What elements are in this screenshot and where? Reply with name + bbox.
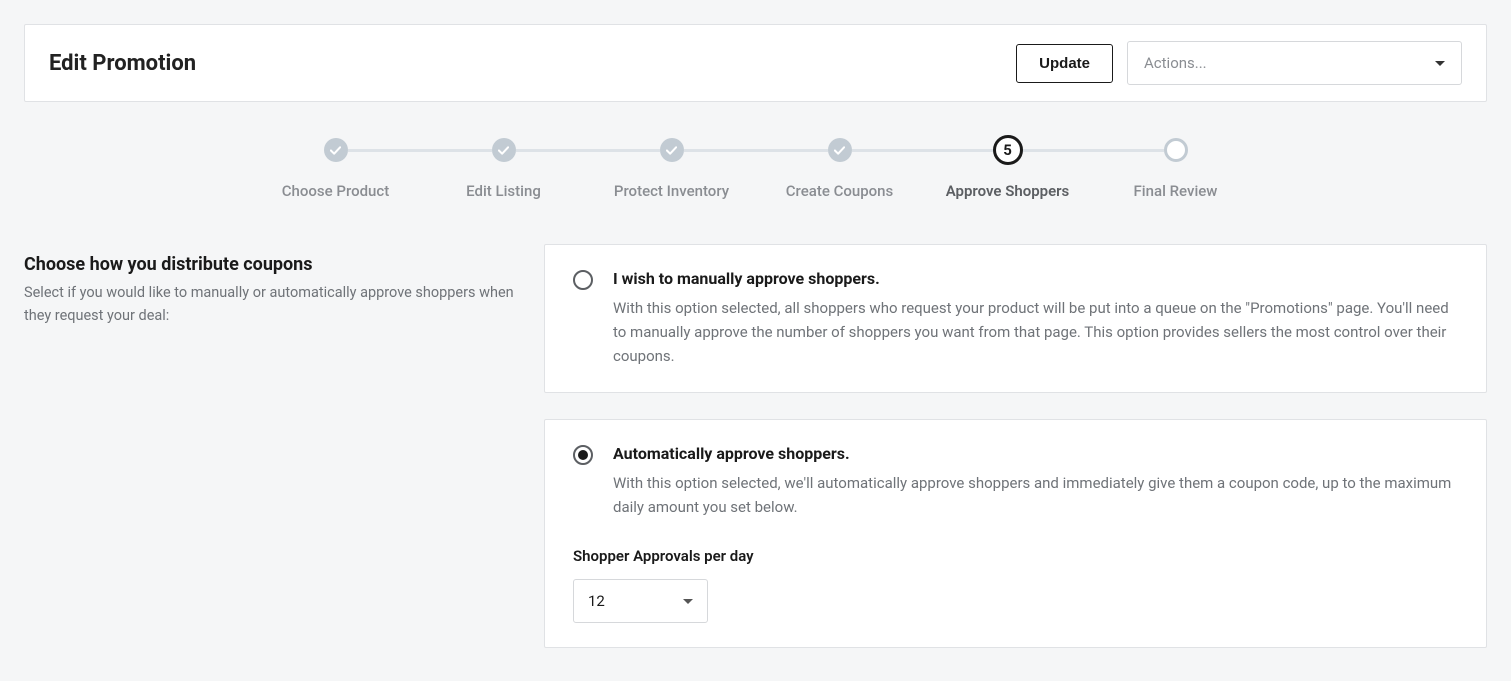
step-number: 5 — [993, 135, 1023, 165]
step-label: Final Review — [1134, 182, 1218, 200]
section-intro: Choose how you distribute coupons Select… — [24, 244, 514, 327]
option-auto-card: Automatically approve shoppers. With thi… — [544, 419, 1487, 648]
options-pane: I wish to manually approve shoppers. Wit… — [544, 244, 1487, 648]
check-icon — [660, 138, 684, 162]
chevron-down-icon — [683, 599, 693, 604]
check-icon — [828, 138, 852, 162]
step-label: Protect Inventory — [614, 182, 729, 200]
header-bar: Edit Promotion Update Actions... — [24, 24, 1487, 102]
option-manual-card: I wish to manually approve shoppers. Wit… — [544, 244, 1487, 393]
radio-manual[interactable] — [573, 270, 593, 290]
content-row: Choose how you distribute coupons Select… — [24, 244, 1487, 648]
step-final-review[interactable]: Final Review — [1096, 138, 1256, 200]
step-pending-icon — [1164, 138, 1188, 162]
step-label: Create Coupons — [786, 182, 894, 200]
step-label: Edit Listing — [466, 182, 541, 200]
approvals-label: Shopper Approvals per day — [573, 547, 1458, 565]
approvals-per-day-dropdown[interactable]: 12 — [573, 579, 708, 623]
check-icon — [324, 138, 348, 162]
progress-stepper: Choose Product Edit Listing Protect Inve… — [256, 138, 1256, 200]
actions-placeholder: Actions... — [1144, 54, 1207, 72]
step-create-coupons[interactable]: Create Coupons — [760, 138, 920, 200]
check-icon — [492, 138, 516, 162]
step-label: Approve Shoppers — [946, 182, 1070, 200]
option-auto-title: Automatically approve shoppers. — [613, 444, 1458, 463]
actions-dropdown[interactable]: Actions... — [1127, 41, 1462, 85]
step-choose-product[interactable]: Choose Product — [256, 138, 416, 200]
header-actions: Update Actions... — [1016, 41, 1462, 85]
section-title: Choose how you distribute coupons — [24, 254, 514, 275]
step-protect-inventory[interactable]: Protect Inventory — [592, 138, 752, 200]
section-description: Select if you would like to manually or … — [24, 281, 514, 327]
option-manual-title: I wish to manually approve shoppers. — [613, 269, 1458, 288]
radio-auto[interactable] — [573, 445, 593, 465]
option-auto-description: With this option selected, we'll automat… — [613, 471, 1458, 519]
step-approve-shoppers[interactable]: 5 Approve Shoppers — [928, 138, 1088, 200]
chevron-down-icon — [1435, 61, 1445, 66]
approvals-value: 12 — [588, 592, 605, 610]
update-button[interactable]: Update — [1016, 44, 1113, 83]
step-edit-listing[interactable]: Edit Listing — [424, 138, 584, 200]
option-manual-description: With this option selected, all shoppers … — [613, 296, 1458, 368]
page-title: Edit Promotion — [49, 51, 196, 76]
step-label: Choose Product — [282, 182, 389, 200]
approvals-section: Shopper Approvals per day 12 — [573, 547, 1458, 623]
